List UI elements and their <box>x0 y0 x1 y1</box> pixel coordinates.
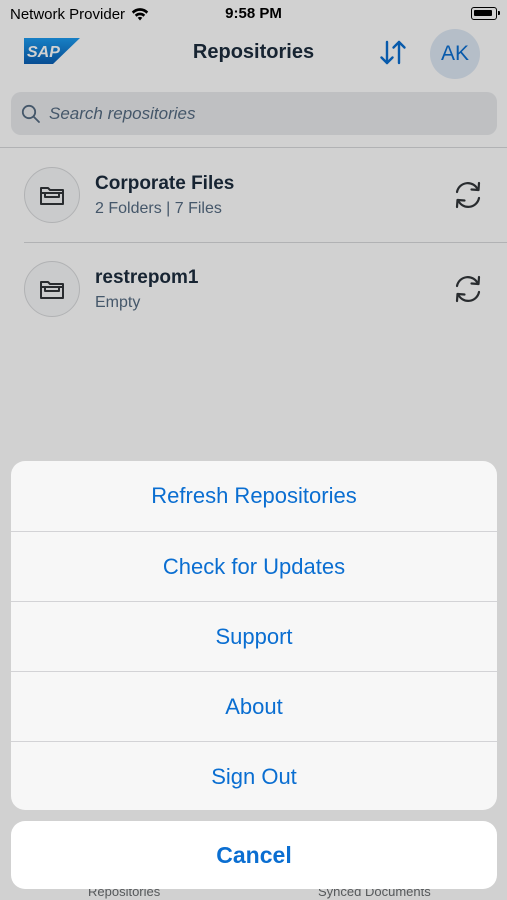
sign-out-button[interactable]: Sign Out <box>11 741 497 810</box>
about-button[interactable]: About <box>11 671 497 741</box>
refresh-repositories-button[interactable]: Refresh Repositories <box>11 461 497 531</box>
cancel-button[interactable]: Cancel <box>11 821 497 889</box>
support-button[interactable]: Support <box>11 601 497 671</box>
action-sheet: Refresh Repositories Check for Updates S… <box>11 461 497 810</box>
check-for-updates-button[interactable]: Check for Updates <box>11 531 497 601</box>
